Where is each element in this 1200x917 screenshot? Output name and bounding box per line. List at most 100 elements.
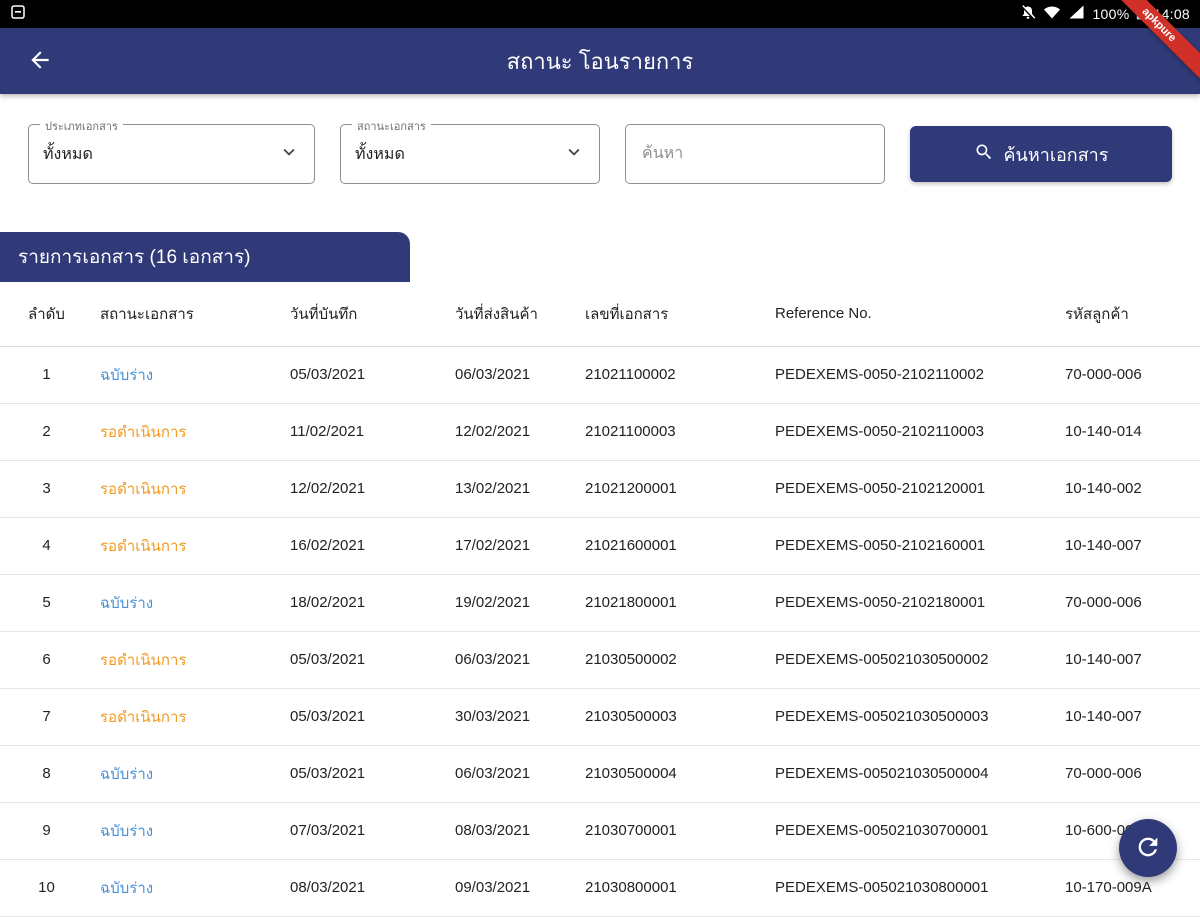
customer-code: 70-000-006 [1055,346,1200,404]
document-number: 21030500002 [575,631,765,689]
row-index: 8 [0,745,90,803]
search-icon [974,142,994,167]
doc-type-select[interactable]: ประเภทเอกสาร ทั้งหมด [28,117,315,184]
row-index: 5 [0,574,90,632]
document-number: 21030800001 [575,859,765,917]
doc-type-label: ประเภทเอกสาร [40,117,123,135]
chevron-down-icon [278,141,300,168]
ship-date: 06/03/2021 [445,745,575,803]
document-number: 21021100003 [575,403,765,461]
chevron-down-icon [563,141,585,168]
arrow-left-icon [27,47,53,76]
record-date: 12/02/2021 [280,460,445,518]
doc-status-value: ทั้งหมด [355,145,405,163]
search-input[interactable] [625,124,885,184]
status-bar: 100% 14:08 [0,0,1200,28]
col-header-customer: รหัสลูกค้า [1055,282,1200,347]
row-index: 9 [0,802,90,860]
row-index: 3 [0,460,90,518]
record-date: 05/03/2021 [280,745,445,803]
record-date: 07/03/2021 [280,802,445,860]
section-title: รายการเอกสาร (16 เอกสาร) [18,247,251,268]
table-row[interactable]: 2 รอดำเนินการ 11/02/2021 12/02/2021 2102… [0,403,1200,461]
table-row[interactable]: 4 รอดำเนินการ 16/02/2021 17/02/2021 2102… [0,517,1200,575]
ship-date: 08/03/2021 [445,802,575,860]
reference-number: PEDEXEMS-005021030500004 [765,745,1055,803]
reference-number: PEDEXEMS-005021030500003 [765,688,1055,746]
filter-bar: ประเภทเอกสาร ทั้งหมด สถานะเอกสาร ทั้งหมด… [0,117,1200,184]
reference-number: PEDEXEMS-0050-2102180001 [765,574,1055,632]
status-badge: ฉบับร่าง [100,366,154,384]
refresh-fab[interactable] [1119,819,1177,877]
customer-code: 10-140-007 [1055,688,1200,746]
document-number: 21021100002 [575,346,765,404]
document-number: 21021600001 [575,517,765,575]
mute-icon [1020,4,1036,24]
ship-date: 13/02/2021 [445,460,575,518]
reference-number: PEDEXEMS-005021030700001 [765,802,1055,860]
record-date: 05/03/2021 [280,631,445,689]
customer-code: 70-000-006 [1055,574,1200,632]
status-badge: รอดำเนินการ [100,708,187,726]
status-badge: รอดำเนินการ [100,537,187,555]
table-row[interactable]: 3 รอดำเนินการ 12/02/2021 13/02/2021 2102… [0,460,1200,518]
reference-number: PEDEXEMS-0050-2102160001 [765,517,1055,575]
record-date: 18/02/2021 [280,574,445,632]
customer-code: 10-140-002 [1055,460,1200,518]
status-badge: ฉบับร่าง [100,822,154,840]
table-row[interactable]: 8 ฉบับร่าง 05/03/2021 06/03/2021 2103050… [0,745,1200,803]
reference-number: PEDEXEMS-005021030500002 [765,631,1055,689]
row-index: 6 [0,631,90,689]
search-button-label: ค้นหาเอกสาร [1003,144,1109,165]
doc-status-label: สถานะเอกสาร [352,117,431,135]
row-index: 1 [0,346,90,404]
record-date: 05/03/2021 [280,688,445,746]
table-row[interactable]: 1 ฉบับร่าง 05/03/2021 06/03/2021 2102110… [0,346,1200,404]
table-row[interactable]: 9 ฉบับร่าง 07/03/2021 08/03/2021 2103070… [0,802,1200,860]
reference-number: PEDEXEMS-0050-2102110002 [765,346,1055,404]
reference-number: PEDEXEMS-005021030800001 [765,859,1055,917]
record-date: 16/02/2021 [280,517,445,575]
refresh-icon [1134,833,1162,864]
doc-status-select[interactable]: สถานะเอกสาร ทั้งหมด [340,117,600,184]
battery-percent: 100% [1092,6,1130,22]
ship-date: 30/03/2021 [445,688,575,746]
back-button[interactable] [18,28,62,94]
status-badge: รอดำเนินการ [100,423,187,441]
table-row[interactable]: 7 รอดำเนินการ 05/03/2021 30/03/2021 2103… [0,688,1200,746]
ship-date: 06/03/2021 [445,346,575,404]
row-index: 4 [0,517,90,575]
status-badge: รอดำเนินการ [100,651,187,669]
doc-type-value: ทั้งหมด [43,145,93,163]
section-tab: รายการเอกสาร (16 เอกสาร) [0,232,410,282]
col-header-record: วันที่บันทึก [280,282,445,347]
col-header-status: สถานะเอกสาร [90,282,280,347]
ship-date: 09/03/2021 [445,859,575,917]
row-index: 2 [0,403,90,461]
table-row[interactable]: 5 ฉบับร่าง 18/02/2021 19/02/2021 2102180… [0,574,1200,632]
ship-date: 06/03/2021 [445,631,575,689]
documents-table: ลำดับ สถานะเอกสาร วันที่บันทึก วันที่ส่ง… [0,282,1200,917]
status-badge: ฉบับร่าง [100,765,154,783]
col-header-ship: วันที่ส่งสินค้า [445,282,575,347]
row-index: 10 [0,859,90,917]
document-number: 21030500004 [575,745,765,803]
app-bar: สถานะ โอนรายการ [0,28,1200,94]
status-badge: รอดำเนินการ [100,480,187,498]
customer-code: 10-140-007 [1055,631,1200,689]
col-header-docno: เลขที่เอกสาร [575,282,765,347]
document-number: 21021200001 [575,460,765,518]
col-header-reference: Reference No. [765,282,1055,347]
table-row[interactable]: 10 ฉบับร่าง 08/03/2021 09/03/2021 210308… [0,859,1200,917]
ship-date: 19/02/2021 [445,574,575,632]
record-date: 08/03/2021 [280,859,445,917]
search-button[interactable]: ค้นหาเอกสาร [910,126,1172,182]
customer-code: 70-000-006 [1055,745,1200,803]
wifi-icon [1043,5,1061,23]
signal-icon [1068,5,1085,23]
table-row[interactable]: 6 รอดำเนินการ 05/03/2021 06/03/2021 2103… [0,631,1200,689]
document-number: 21021800001 [575,574,765,632]
col-header-index: ลำดับ [0,282,90,347]
status-badge: ฉบับร่าง [100,594,154,612]
ship-date: 12/02/2021 [445,403,575,461]
